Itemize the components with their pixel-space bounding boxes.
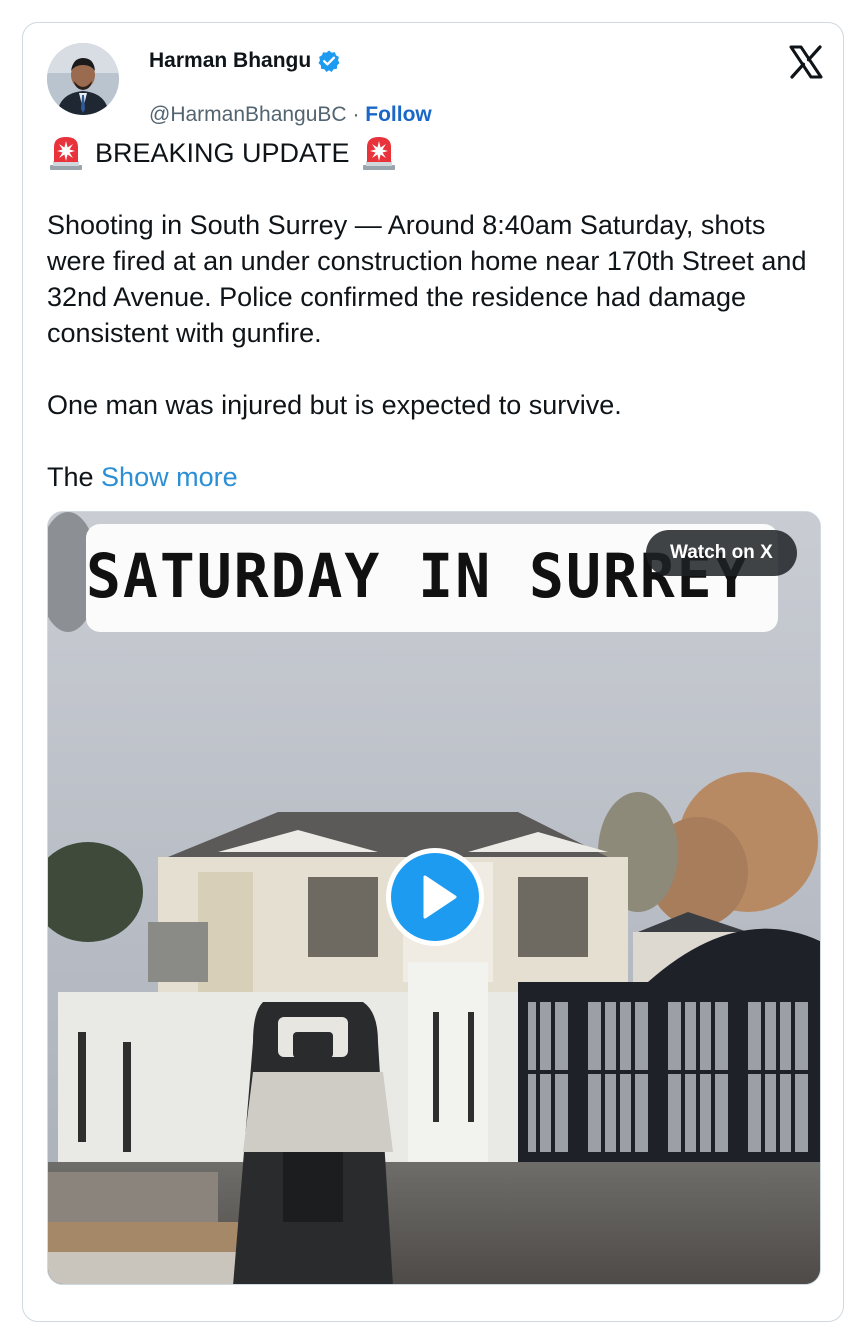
tweet-card[interactable]: Harman Bhangu @HarmanBhanguBC · Follow B… (22, 22, 844, 1322)
show-more-link[interactable]: Show more (101, 462, 238, 492)
separator: · (352, 103, 360, 126)
tweet-paragraph-1: Shooting in South Surrey — Around 8:40am… (47, 210, 807, 348)
play-icon (391, 853, 479, 941)
avatar[interactable] (47, 43, 119, 115)
play-button[interactable] (386, 848, 484, 946)
tweet-paragraph-3: The Show more (47, 459, 817, 495)
watch-on-x-button[interactable]: Watch on X (646, 530, 797, 576)
police-light-emoji-icon (47, 135, 85, 171)
handle[interactable]: @HarmanBhanguBC (149, 103, 347, 126)
name-row: Harman Bhangu (149, 49, 341, 73)
truncated-lead-text: The (47, 462, 94, 492)
tweet-paragraph-2: One man was injured but is expected to s… (47, 390, 622, 420)
follow-button[interactable]: Follow (365, 103, 432, 126)
handle-row: @HarmanBhanguBC · Follow (149, 103, 432, 127)
police-light-emoji-icon (360, 135, 398, 171)
tweet-text: BREAKING UPDATE Shooting in South Surrey… (47, 133, 817, 495)
video-player[interactable]: SATURDAY IN SURREY BC Watch on X (47, 511, 821, 1285)
x-logo-icon[interactable] (789, 45, 823, 79)
display-name[interactable]: Harman Bhangu (149, 49, 311, 73)
verified-badge-icon (317, 49, 341, 73)
headline-text: BREAKING UPDATE (95, 138, 350, 168)
headline-row: BREAKING UPDATE (47, 133, 817, 173)
tweet-header: Harman Bhangu @HarmanBhanguBC · Follow (47, 43, 823, 126)
